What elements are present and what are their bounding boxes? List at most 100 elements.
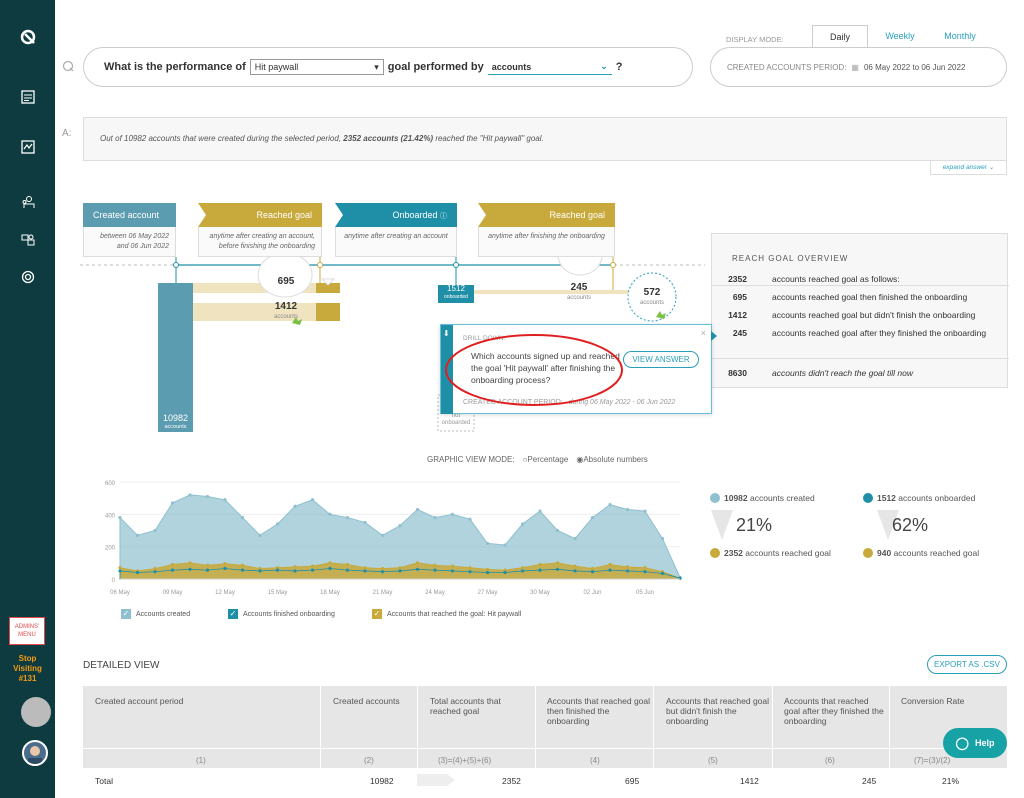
data-point [520,522,525,526]
question-bar: What is the performance of Hit paywall ▾… [83,47,693,87]
info-icon: ⓘ [440,213,447,220]
answer-label: A: [62,128,72,139]
data-point [538,562,542,567]
logo-icon[interactable] [0,26,55,48]
total-goal-after-onboard: 245 [862,776,877,786]
created-count-unit: accounts [164,424,187,430]
tab-monthly[interactable]: Monthly [930,25,990,47]
tab-created-account[interactable]: Created account ⓘ [83,203,176,244]
overview-divider [712,285,1009,286]
data-point [415,567,420,571]
chart-icon[interactable] [0,136,55,158]
data-point [520,566,525,570]
formula-7: (7)=(3)/(2) [914,756,951,765]
arrow-right-icon [417,774,455,786]
goal-band-2-end [316,303,340,321]
data-point [590,570,595,574]
funnel-icon[interactable] [0,229,55,251]
chevron-down-icon: ▾ [374,61,379,72]
total-goal-no-onboard: 1412 [740,776,759,786]
tab-weekly[interactable]: Weekly [872,25,928,47]
users-icon[interactable] [0,191,55,213]
data-point [293,504,297,508]
bubble-245-unit: accounts [566,295,591,301]
y-tick-label: 400 [105,513,116,519]
x-tick-label: 02 Jun [583,590,601,596]
col-divider [535,686,536,768]
data-point [625,565,630,569]
onboarded-count: 1512 onboarded [438,285,474,301]
performance-chart: 0 200 400 600 06 May 09 May 12 May 15 May 18 May… [105,481,682,596]
summary-goal2-value: 940 [877,548,892,558]
legend-accounts-created[interactable]: ✓ Accounts created [121,608,190,620]
goal-select[interactable]: Hit paywall ▾ [249,59,384,75]
legend-accounts-onboarded[interactable]: ✓ Accounts finished onboarding [228,608,335,620]
summary-created-text: accounts created [750,493,815,503]
x-tick-label: 24 May [425,590,445,596]
graphic-view-mode: GRAPHIC VIEW MODE: ○Percentage ◉Absolute… [427,455,648,464]
data-point [135,570,140,575]
data-point [153,570,157,574]
data-point [555,528,560,533]
th-goal-after-onboard: Accounts that reached goal after they fi… [784,696,884,726]
not-onboarded-unit: not onboarded [441,413,471,426]
data-point [118,566,122,570]
bubble-1412-value: 1412 [274,301,298,312]
th-created: Created accounts [333,696,400,706]
total-label: Total [95,776,113,786]
row-divider [83,748,1007,749]
expand-answer-link[interactable]: expand answer ⌄ [930,161,1007,175]
help-button[interactable]: ◯ Help [943,728,1007,758]
reach-goal-overview: REACH GOAL OVERVIEW 2352 accounts reached… [711,233,1009,388]
data-point [275,568,280,572]
data-point [660,571,665,575]
radio-percentage[interactable]: ○Percentage [523,455,569,464]
tab-reached-goal-2-desc: anytime after finishing the onboarding [478,227,615,257]
total-goal: 2352 [502,776,521,786]
goal-band-3 [474,290,629,294]
funnel-node-3 [453,262,459,268]
detailed-view-title: DETAILED VIEW [83,660,160,671]
support-icon[interactable] [0,266,55,288]
reports-icon[interactable] [0,86,55,108]
admin-menu-button[interactable]: ADMINS' MENU [9,617,45,645]
tab-onboarded[interactable]: Onboarded ⓘ [335,203,457,227]
user-avatar[interactable] [22,740,48,766]
th-conversion: Conversion Rate [901,696,965,706]
data-point [450,564,455,568]
created-bar[interactable] [158,283,193,432]
data-point [170,562,175,567]
actor-select[interactable]: accounts ⌄ [487,59,612,75]
x-tick-label: 15 May [268,590,288,596]
answer-box: Out of 10982 accounts that were created … [83,117,1007,161]
data-point [293,565,297,569]
radio-absolute[interactable]: ◉Absolute numbers [576,455,647,464]
tab-reached-goal-1[interactable]: Reached goal [198,203,322,227]
question-prefix: What is the performance of [104,61,246,73]
bubble-1412-shape[interactable] [257,252,313,298]
data-point [170,568,175,572]
tab-daily[interactable]: Daily [812,25,868,47]
data-point [520,569,525,573]
bubble-572[interactable]: 572 accounts [630,288,674,308]
x-tick-label: 05 Jun [636,590,654,596]
summary-goal-2: 940 accounts reached goal [863,548,979,558]
tab-created-account-desc: between 06 May 2022 and 06 Jun 2022 [83,227,176,257]
legend-accounts-reached-goal[interactable]: ✓ Accounts that reached the goal: Hit pay… [372,608,521,620]
bubble-1412[interactable]: 1412 accounts [264,302,308,322]
period-box[interactable]: CREATED ACCOUNTS PERIOD: ▦ 06 May 2022 t… [710,47,1007,87]
x-tick-label: 18 May [320,590,340,596]
bubble-695-value: 695 [277,276,295,287]
stop-visiting-link[interactable]: Stop Visiting #131 [0,654,55,684]
data-point [538,568,542,572]
data-point [503,570,507,575]
export-csv-button[interactable]: EXPORT AS .CSV [927,655,1007,674]
th-goal-no-onboard: Accounts that reached goal but didn't fi… [666,696,770,726]
avatar-placeholder[interactable] [21,697,51,727]
tab-reached-goal-2[interactable]: Reached goal [478,203,615,227]
data-point [328,561,332,565]
dot-icon [863,493,873,503]
legend-label: Accounts finished onboarding [243,610,335,618]
created-desc-2: and 06 Jun 2022 [116,243,169,250]
actor-select-value: accounts [491,61,532,72]
